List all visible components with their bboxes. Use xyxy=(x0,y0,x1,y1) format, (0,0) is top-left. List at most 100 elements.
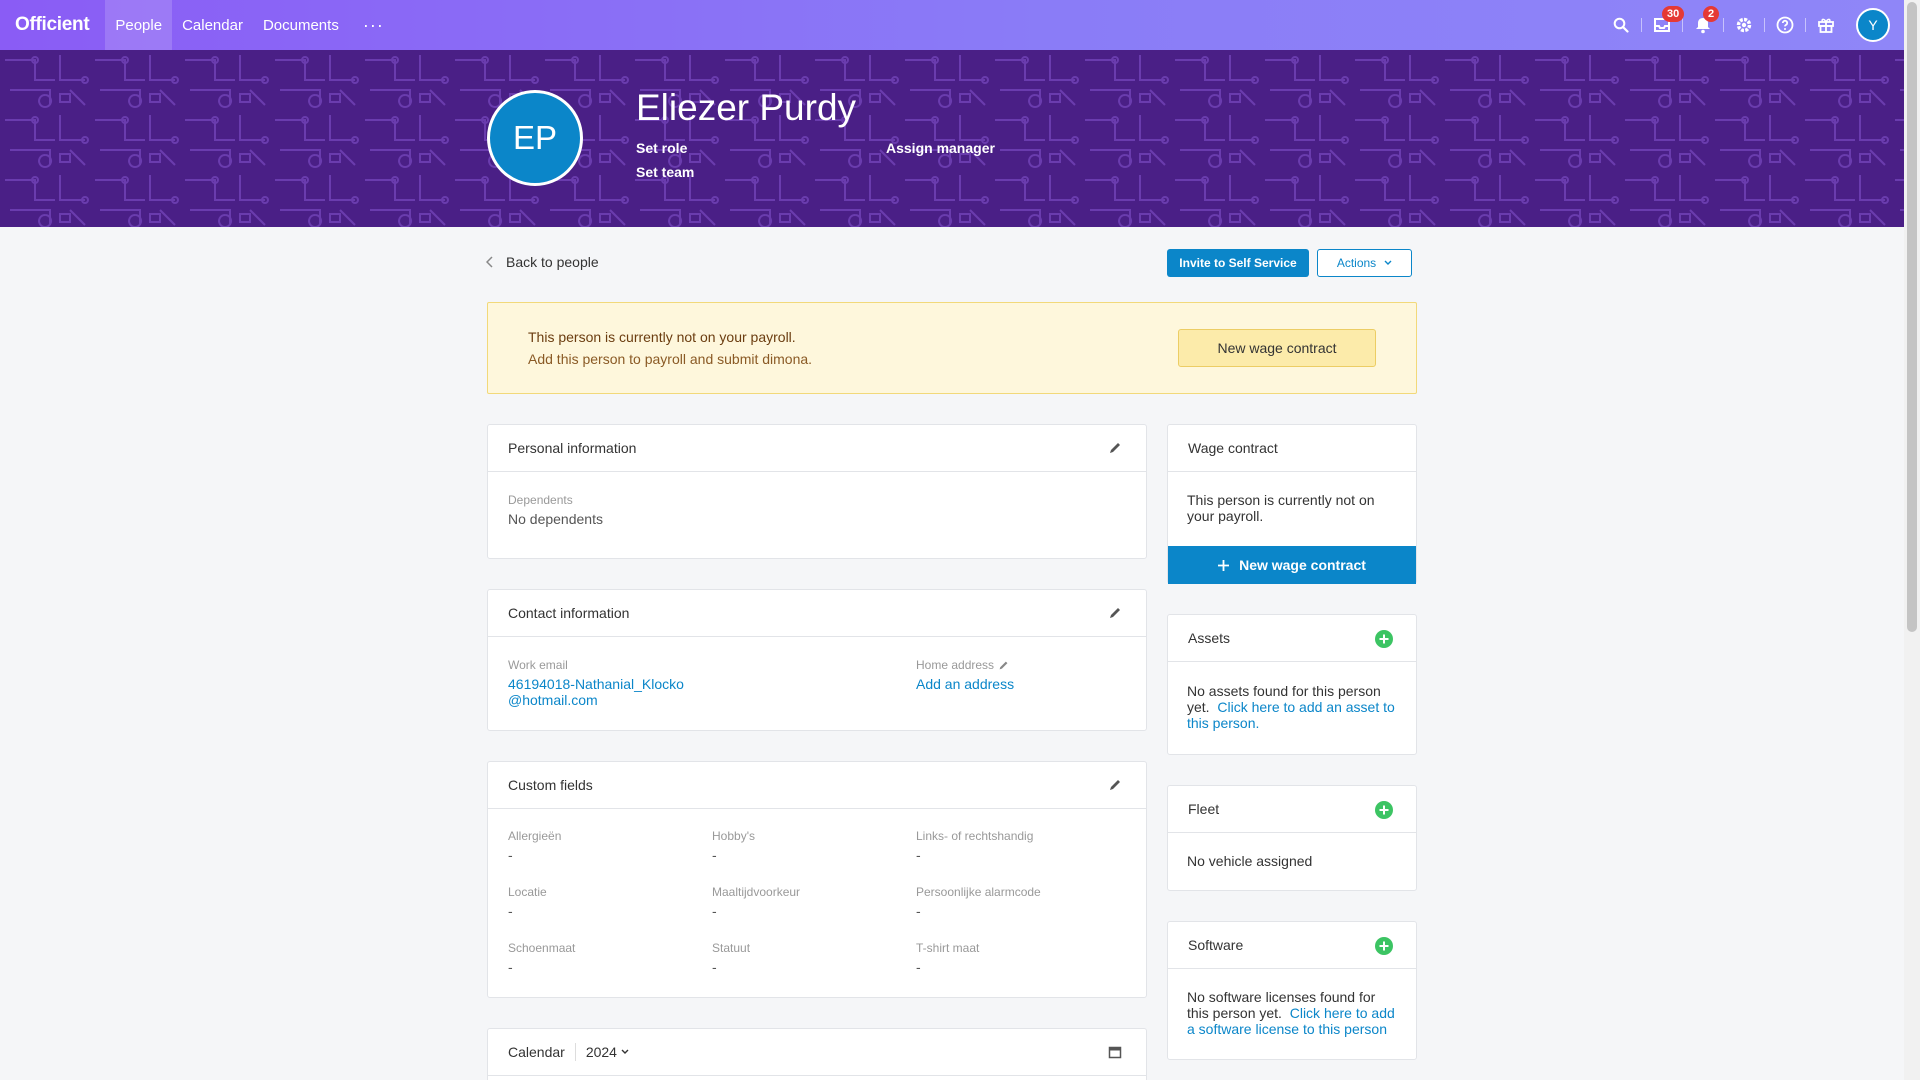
help-icon[interactable] xyxy=(1765,0,1805,50)
field-label: Schoenmaat xyxy=(508,941,576,955)
dependents-field: Dependents No dependents xyxy=(508,493,603,527)
add-asset-link[interactable]: Click here to add an asset to xyxy=(1217,699,1394,715)
card-title: Contact information xyxy=(508,605,630,621)
pencil-icon[interactable] xyxy=(1108,441,1122,455)
card-header: Personal information xyxy=(488,425,1146,472)
field-value: - xyxy=(508,903,513,919)
gift-icon[interactable] xyxy=(1806,0,1846,50)
nav-people[interactable]: People xyxy=(105,0,173,50)
personal-information-card: Personal information Dependents No depen… xyxy=(487,424,1147,559)
pencil-icon[interactable] xyxy=(1108,778,1122,792)
custom-field: Persoonlijke alarmcode - xyxy=(916,885,1041,919)
custom-field: Schoenmaat - xyxy=(508,941,575,975)
field-label: Statuut xyxy=(712,941,751,955)
pencil-icon[interactable] xyxy=(998,660,1009,671)
assets-empty-text: No assets found for this person yet. Cli… xyxy=(1187,683,1407,731)
add-asset-link-cont[interactable]: this person. xyxy=(1187,715,1407,731)
alert-subtitle: Add this person to payroll and submit di… xyxy=(528,351,813,367)
custom-field: Links- of rechtshandig - xyxy=(916,829,1033,863)
field-value: - xyxy=(508,959,513,975)
assign-manager-link[interactable]: Assign manager xyxy=(886,140,995,156)
wage-text-line: This person is currently not on xyxy=(1187,492,1375,508)
set-team-link[interactable]: Set team xyxy=(636,164,694,180)
add-software-icon[interactable] xyxy=(1374,936,1394,956)
add-software-link[interactable]: Click here to add xyxy=(1290,1005,1395,1021)
bell-icon[interactable]: 2 xyxy=(1683,0,1723,50)
back-label: Back to people xyxy=(506,254,599,270)
nav-calendar[interactable]: Calendar xyxy=(172,0,253,50)
field-label: Locatie xyxy=(508,885,547,899)
year-value: 2024 xyxy=(585,1044,617,1060)
field-label: Maaltijdvoorkeur xyxy=(712,885,801,899)
profile-avatar[interactable]: EP xyxy=(487,90,583,186)
custom-field: T-shirt maat - xyxy=(916,941,979,975)
actions-label: Actions xyxy=(1336,256,1377,270)
gear-icon[interactable] xyxy=(1724,0,1764,50)
field-value: - xyxy=(712,903,717,919)
calendar-icon[interactable] xyxy=(1108,1045,1122,1059)
field-value: - xyxy=(916,959,921,975)
year-selector[interactable]: 2024 xyxy=(586,1044,629,1060)
add-address-link[interactable]: Add an address xyxy=(916,676,1014,692)
more-menu-icon[interactable]: ··· xyxy=(349,0,398,50)
card-header: Software xyxy=(1168,922,1416,969)
software-empty-text: No software licenses found for this pers… xyxy=(1187,989,1412,1037)
custom-field: Statuut - xyxy=(712,941,750,975)
add-asset-icon[interactable] xyxy=(1374,629,1394,649)
back-to-people-link[interactable]: Back to people xyxy=(486,254,599,270)
add-software-link-cont[interactable]: a software license to this person xyxy=(1187,1021,1412,1037)
inbox-badge: 30 xyxy=(1662,6,1685,22)
field-value: - xyxy=(508,847,513,863)
person-name: Eliezer Purdy xyxy=(636,87,857,128)
new-wage-contract-block-button[interactable]: New wage contract xyxy=(1168,546,1416,584)
chevron-down-icon xyxy=(621,1049,629,1054)
actions-dropdown[interactable]: Actions xyxy=(1317,249,1412,277)
custom-field: Locatie - xyxy=(508,885,547,919)
card-title: Fleet xyxy=(1188,801,1220,817)
field-value: - xyxy=(916,903,921,919)
invite-self-service-button[interactable]: Invite to Self Service xyxy=(1167,249,1309,277)
card-header: Wage contract xyxy=(1168,425,1416,472)
chevron-left-icon xyxy=(486,256,493,268)
button-label: New wage contract xyxy=(1239,557,1366,573)
nav-documents[interactable]: Documents xyxy=(253,0,349,50)
wage-text-line: your payroll. xyxy=(1187,508,1264,524)
profile-banner: EP Eliezer Purdy Set role Set team Assig… xyxy=(0,50,1904,227)
custom-field: Maaltijdvoorkeur - xyxy=(712,885,800,919)
assets-text-line: No assets found for this person xyxy=(1187,683,1381,699)
user-avatar[interactable]: Y xyxy=(1856,8,1890,42)
software-text-line: No software licenses found for xyxy=(1187,989,1376,1005)
banner-pattern xyxy=(0,50,1904,227)
field-label: Allergieën xyxy=(508,829,562,843)
field-label: Persoonlijke alarmcode xyxy=(916,885,1041,899)
inbox-icon[interactable]: 30 xyxy=(1642,0,1685,50)
bell-badge: 2 xyxy=(1703,6,1720,22)
work-email-link[interactable]: 46194018-Nathanial_Klocko xyxy=(508,676,684,692)
add-vehicle-icon[interactable] xyxy=(1374,800,1394,820)
page-scrollbar-thumb[interactable] xyxy=(1907,2,1917,632)
divider xyxy=(574,1043,576,1061)
payroll-alert: This person is currently not on your pay… xyxy=(487,302,1417,394)
software-text-prefix: this person yet. xyxy=(1187,1005,1282,1021)
chevron-down-icon xyxy=(1384,260,1392,265)
new-wage-contract-button[interactable]: New wage contract xyxy=(1178,329,1376,367)
set-role-link[interactable]: Set role xyxy=(636,140,687,156)
card-title: Personal information xyxy=(508,440,637,456)
pencil-icon[interactable] xyxy=(1108,606,1122,620)
contact-information-card: Contact information Work email 46194018-… xyxy=(487,589,1147,731)
search-icon[interactable] xyxy=(1601,0,1641,50)
fleet-card: Fleet No vehicle assigned xyxy=(1167,785,1417,891)
work-email-link-domain[interactable]: @hotmail.com xyxy=(508,692,684,708)
plus-icon xyxy=(1218,559,1230,571)
card-header: Custom fields xyxy=(488,762,1146,809)
assets-text-prefix: yet. xyxy=(1187,699,1210,715)
app-logo[interactable]: Officient xyxy=(0,14,105,36)
card-header: Contact information xyxy=(488,590,1146,637)
wage-contract-card: Wage contract This person is currently n… xyxy=(1167,424,1417,584)
page-scrollbar-track[interactable] xyxy=(1904,0,1920,1080)
wage-status-text: This person is currently not on your pay… xyxy=(1187,492,1375,524)
field-value: No dependents xyxy=(508,511,603,527)
card-header: Fleet xyxy=(1168,786,1416,833)
card-title: Wage contract xyxy=(1188,440,1278,456)
alert-title: This person is currently not on your pay… xyxy=(528,329,796,345)
